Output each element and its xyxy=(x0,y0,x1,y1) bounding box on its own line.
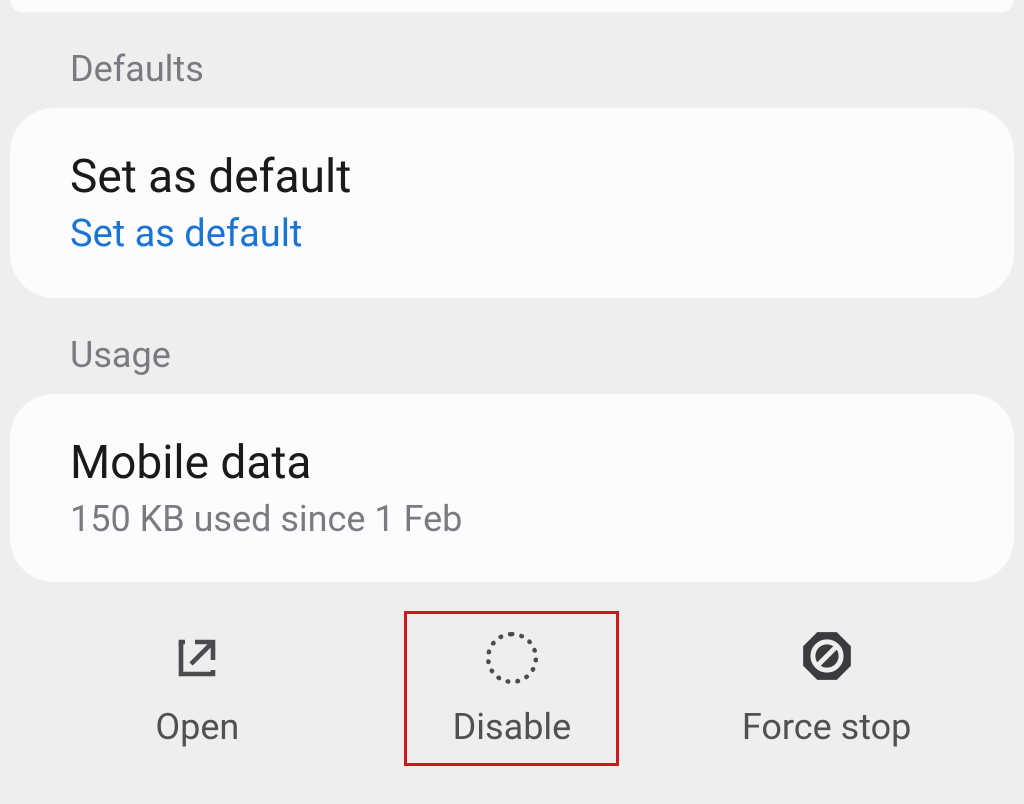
bottom-action-bar: Open Disable Force stop xyxy=(0,611,1024,804)
open-label: Open xyxy=(155,706,239,748)
force-stop-label: Force stop xyxy=(742,706,912,748)
stop-icon xyxy=(801,630,853,686)
section-header-usage: Usage xyxy=(0,298,1024,394)
open-button[interactable]: Open xyxy=(90,611,305,766)
mobile-data-subtitle: 150 KB used since 1 Feb xyxy=(70,498,954,540)
force-stop-button[interactable]: Force stop xyxy=(719,611,934,766)
set-as-default-card[interactable]: Set as default Set as default xyxy=(10,108,1014,298)
disable-label: Disable xyxy=(453,706,572,748)
mobile-data-card[interactable]: Mobile data 150 KB used since 1 Feb xyxy=(10,394,1014,582)
section-header-defaults: Defaults xyxy=(0,12,1024,108)
mobile-data-title: Mobile data xyxy=(70,436,954,490)
set-as-default-subtitle: Set as default xyxy=(70,212,954,256)
open-icon xyxy=(173,630,221,686)
set-as-default-title: Set as default xyxy=(70,150,954,204)
disable-button[interactable]: Disable xyxy=(404,611,619,766)
previous-card-bottom xyxy=(10,0,1014,12)
dotted-circle-icon xyxy=(486,630,538,686)
